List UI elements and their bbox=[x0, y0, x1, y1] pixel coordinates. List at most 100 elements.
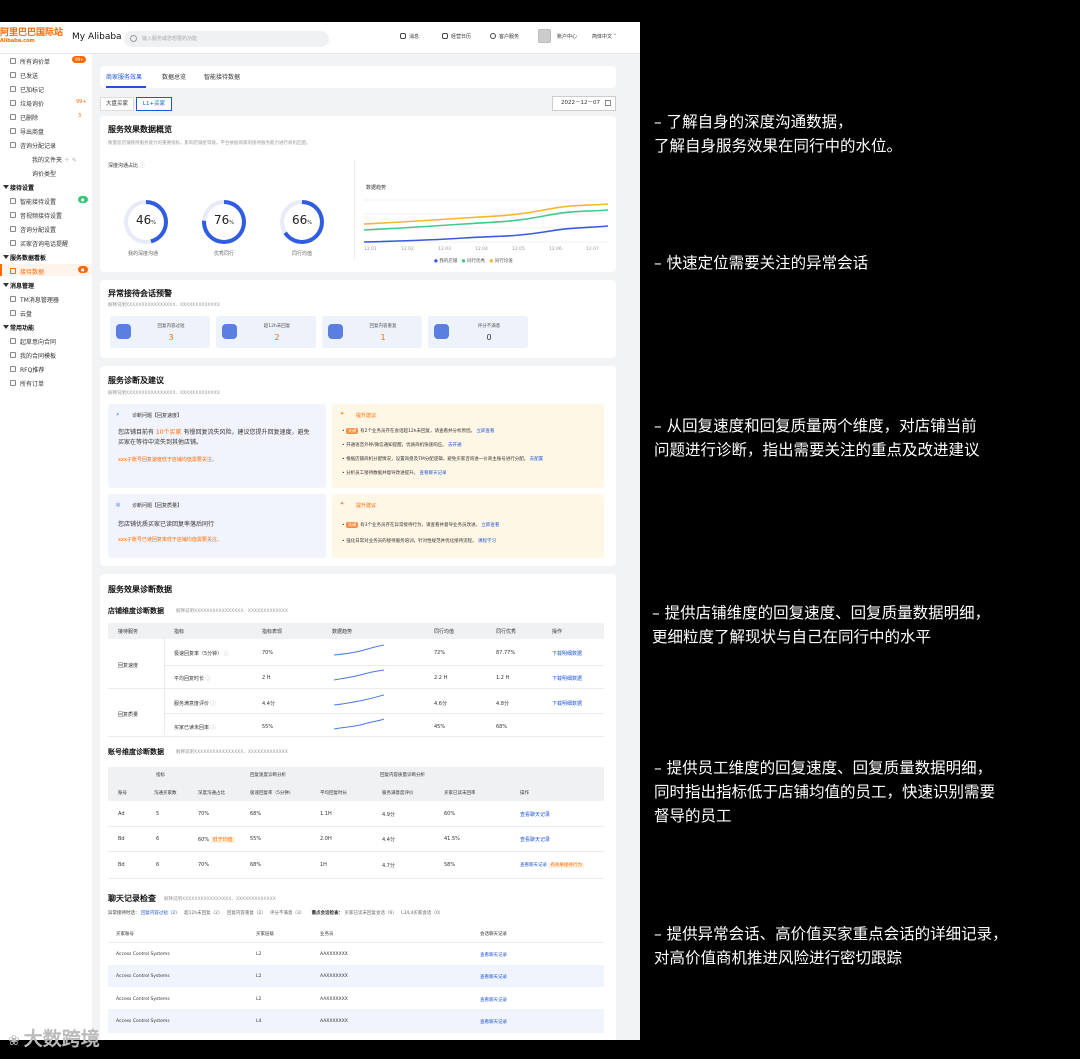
row-divider bbox=[164, 713, 604, 714]
unread-cell: 58% bbox=[444, 862, 456, 868]
sidebar-item-export[interactable]: 导出商盘 bbox=[10, 127, 44, 136]
abnormal-title: 异常接待会话预警 bbox=[108, 289, 172, 298]
filter-no-reply[interactable]: 超12h未回复（2） bbox=[184, 911, 222, 916]
star-icon bbox=[434, 324, 449, 339]
chat-row bbox=[108, 987, 604, 1009]
view-chat-link[interactable]: 查看聊天记录 bbox=[480, 974, 507, 980]
sparkline bbox=[334, 718, 384, 730]
download-link[interactable]: 下载明细数据 bbox=[552, 675, 582, 682]
account-table-header bbox=[108, 767, 604, 801]
trend-chart bbox=[364, 199, 608, 243]
my-alibaba-title[interactable]: My Alibaba bbox=[72, 32, 122, 42]
filter-l1-buyers[interactable]: L1+买家 bbox=[136, 97, 172, 111]
view-chat-link[interactable]: 查看聊天记录 bbox=[520, 836, 550, 843]
advice-item: • 分析员工接待数据并督导改进提升。 查看聊天记录 bbox=[342, 471, 447, 476]
col-divider bbox=[164, 639, 165, 735]
metric-value: 55% bbox=[262, 724, 274, 730]
sidebar-item-rfq[interactable]: RFQ推荐 bbox=[10, 365, 44, 374]
sidebar-item-templates[interactable]: 我的合同模板 bbox=[10, 351, 56, 360]
filter-all-buyers[interactable]: 大盘买家 bbox=[100, 97, 134, 111]
tab-service-effect[interactable]: 商家服务效果 bbox=[106, 72, 142, 81]
peer-avg: 4.6分 bbox=[434, 701, 447, 707]
sidebar-group-service-board[interactable]: 服务数据看板 bbox=[2, 253, 46, 262]
alert-short-reply[interactable]: 回复内容过短 3 bbox=[110, 316, 210, 348]
advice-item: • 关键 有3个业务员存在异常接待行为，请查看并督导业务员改进。 立即查看 bbox=[342, 522, 500, 528]
view-chat-link[interactable]: 查看聊天记录 bbox=[480, 1019, 507, 1025]
trash-icon bbox=[10, 100, 16, 106]
advice-link[interactable]: 立即查看 bbox=[476, 429, 494, 434]
alibaba-logo[interactable]: 阿里巴巴国际站 Alibaba.com bbox=[0, 29, 63, 45]
trend-date-label: 12.07 bbox=[586, 247, 599, 252]
calendar-button[interactable]: 经营日历 bbox=[442, 33, 471, 40]
row-divider bbox=[108, 851, 604, 852]
sparkline bbox=[334, 669, 384, 681]
tab-overview[interactable]: 数据总览 bbox=[162, 72, 186, 81]
view-chat-link[interactable]: 查看聊天记录 bbox=[520, 863, 547, 868]
focus-l3l4[interactable]: L3/L4买家会话（0） bbox=[401, 911, 443, 916]
download-link[interactable]: 下载明细数据 bbox=[552, 650, 582, 657]
sidebar-item-contract[interactable]: 起草意向合同 bbox=[10, 337, 56, 346]
advice-link[interactable]: 去开通 bbox=[448, 443, 462, 448]
advice-link[interactable]: 查看聊天记录 bbox=[420, 471, 447, 476]
date-picker[interactable]: 2022－12－07 bbox=[552, 96, 616, 111]
sidebar-group-reception[interactable]: 接待设置 bbox=[2, 183, 34, 192]
peer-top: 68% bbox=[496, 724, 508, 730]
alert-no-reply[interactable]: 超12h未回复 2 bbox=[216, 316, 316, 348]
advice-link[interactable]: 立即查看 bbox=[481, 523, 499, 528]
sidebar-group-common[interactable]: 常用功能 bbox=[2, 323, 34, 332]
focus-unread[interactable]: 买家已读未回复会话（6） bbox=[345, 911, 397, 916]
advice-link[interactable]: 课程学习 bbox=[478, 539, 496, 544]
settings-icon bbox=[10, 226, 16, 232]
trend-title: 数据趋势 bbox=[366, 185, 387, 191]
metric-name: 服务满意度评价 ⓘ bbox=[174, 701, 216, 707]
annotation-abnormal: – 快速定位需要关注的异常会话 bbox=[654, 254, 869, 272]
sidebar-group-messages[interactable]: 消息管理 bbox=[2, 281, 34, 290]
col-header: 平均回复时长 bbox=[320, 791, 347, 796]
sidebar: 所有询价单 99+ 已发送 已加标记 垃圾询价 99+ 已删除 3 导出商盘 咨询分配… bbox=[0, 54, 92, 1040]
sidebar-item-phone-alert[interactable]: 买家咨询电话提醒 bbox=[10, 239, 68, 248]
sidebar-item-tm-manager[interactable]: TM消息管理器 bbox=[10, 295, 59, 304]
advice-link[interactable]: 去配置 bbox=[530, 457, 544, 462]
peer-avg: 72% bbox=[434, 650, 446, 656]
filter-duplicate[interactable]: 回复内容重复（2） bbox=[227, 911, 266, 916]
view-chat-link[interactable]: 查看聊天记录 bbox=[480, 997, 507, 1003]
alert-rating[interactable]: 评分不满意 0 bbox=[428, 316, 528, 348]
sidebar-item-all-inquiries[interactable]: 所有询价单 99+ bbox=[10, 56, 87, 66]
language-select[interactable]: 简体中文 ˅ bbox=[592, 33, 616, 40]
sidebar-item-assign-settings[interactable]: 咨询分配设置 bbox=[10, 225, 56, 234]
sidebar-item-sent[interactable]: 已发送 bbox=[10, 71, 38, 80]
sidebar-item-spam[interactable]: 垃圾询价 99+ bbox=[10, 99, 87, 108]
count-text: 3 bbox=[78, 113, 82, 119]
sidebar-item-av-reception[interactable]: 音视频接待设置 bbox=[10, 211, 62, 220]
sidebar-item-smart-reception[interactable]: 智能接待设置 ● bbox=[10, 196, 88, 206]
sidebar-item-types[interactable]: 询价类型 bbox=[32, 169, 56, 178]
sidebar-item-orders[interactable]: 所有订单 bbox=[10, 379, 44, 388]
download-link[interactable]: 下载明细数据 bbox=[552, 700, 582, 707]
tab-smart-reception[interactable]: 智能接待数据 bbox=[204, 72, 240, 81]
bell-icon bbox=[400, 33, 406, 39]
view-chat-link[interactable]: 查看聊天记录 bbox=[520, 811, 550, 818]
col-header: 深度沟通占比 bbox=[198, 791, 225, 796]
sidebar-item-reception-data[interactable]: 接待数据 ● bbox=[10, 266, 88, 276]
sidebar-item-folders[interactable]: 我的文件夹 ＋ ✎ bbox=[32, 155, 77, 164]
calendar-icon bbox=[442, 33, 448, 39]
messages-button[interactable]: 消息 bbox=[400, 33, 419, 40]
sidebar-item-marked[interactable]: 已加标记 bbox=[10, 85, 44, 94]
sidebar-item-assign-log[interactable]: 咨询分配记录 bbox=[10, 141, 56, 150]
account-center-button[interactable]: 账户中心 bbox=[557, 33, 577, 40]
sidebar-item-deleted[interactable]: 已删除 3 bbox=[10, 113, 81, 122]
view-chat-link[interactable]: 查看聊天记录 bbox=[480, 952, 507, 958]
filter-short[interactable]: 回复内容过短（2） bbox=[141, 911, 180, 916]
customer-service-button[interactable]: 客户服务 bbox=[490, 33, 519, 40]
col-header: 操作 bbox=[552, 629, 563, 635]
alert-duplicate[interactable]: 回复内容重复 1 bbox=[322, 316, 422, 348]
sidebar-item-cloud[interactable]: 云盘 bbox=[10, 309, 32, 318]
avatar-icon bbox=[538, 29, 551, 43]
robot-icon bbox=[10, 198, 16, 204]
avatar[interactable] bbox=[538, 29, 554, 44]
buyers-cell: 6 bbox=[156, 862, 160, 868]
search-input[interactable]: 输入服务或您想要的功能 bbox=[124, 31, 329, 47]
trend-date-label: 12.01 bbox=[364, 247, 377, 252]
filter-rating[interactable]: 评分不满意（3） bbox=[270, 911, 304, 916]
flag-icon bbox=[10, 86, 16, 92]
